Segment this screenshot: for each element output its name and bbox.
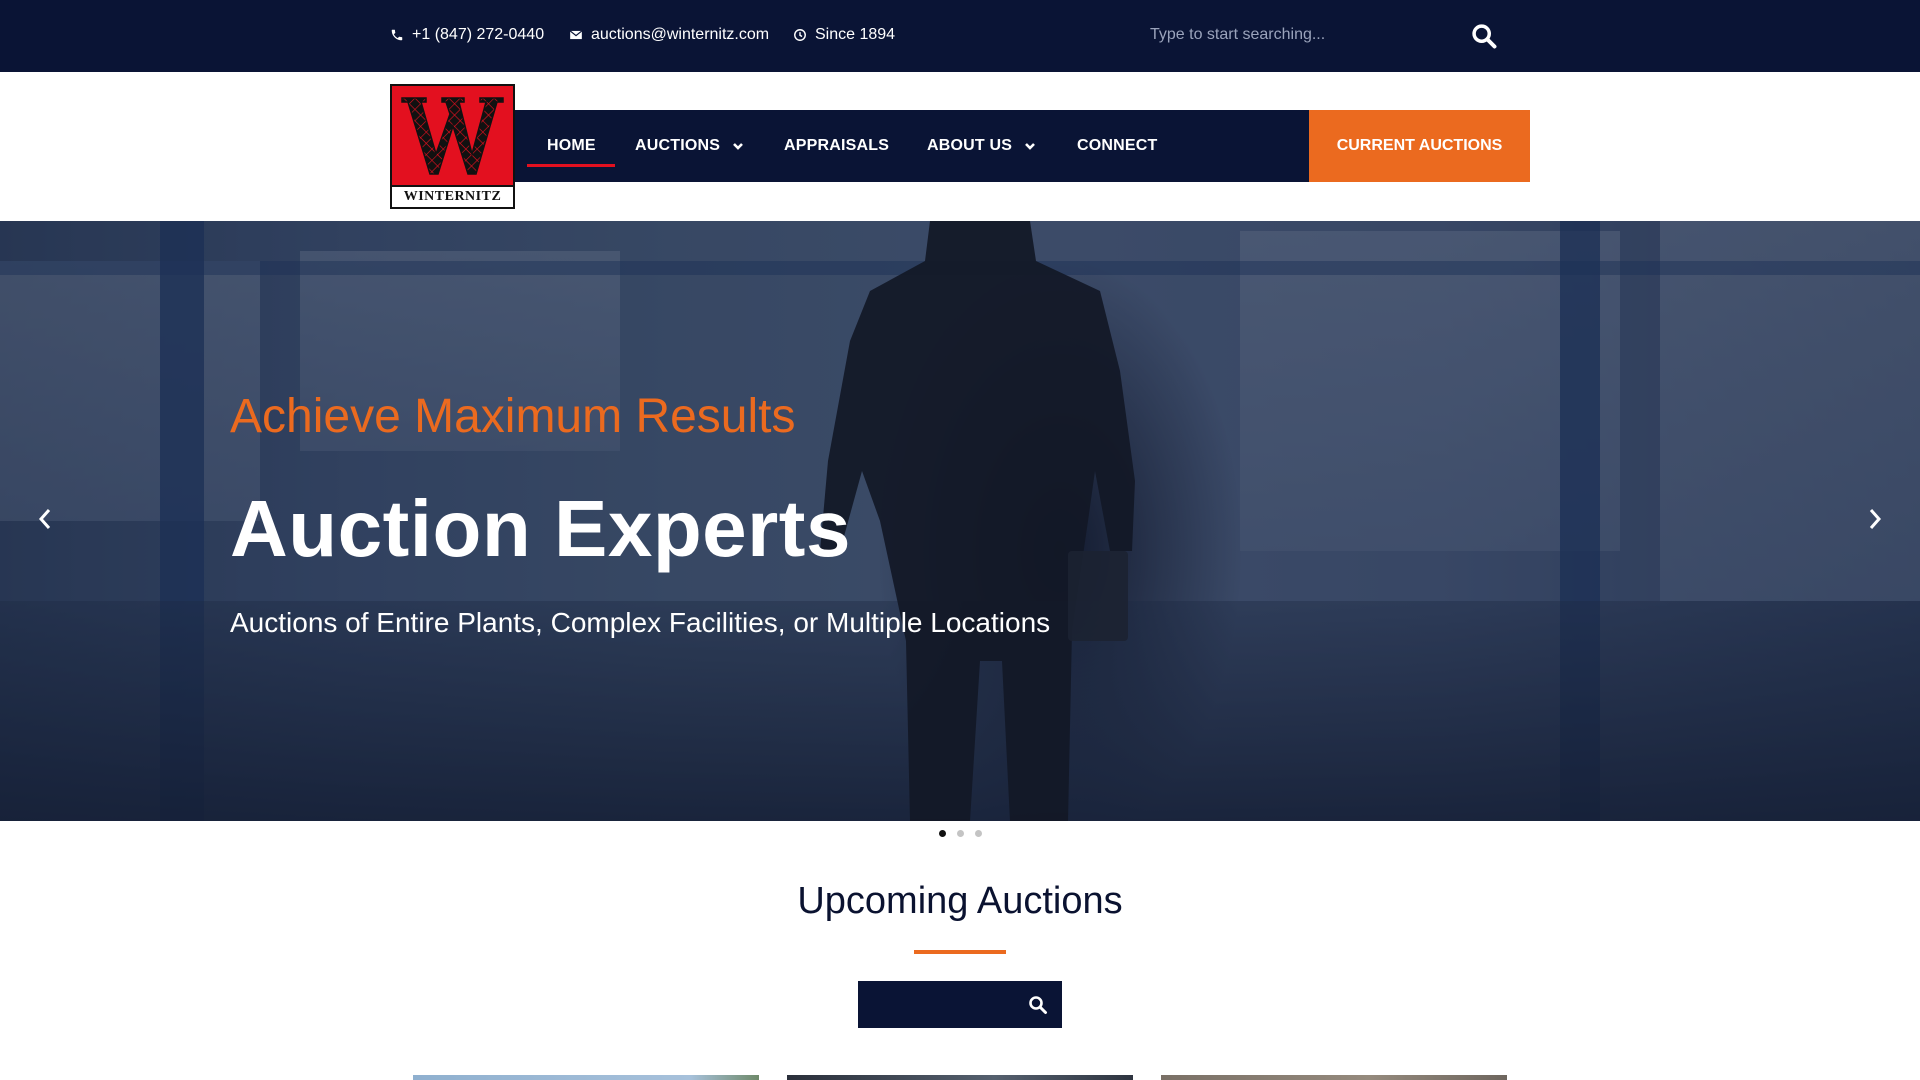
nav-home[interactable]: HOME xyxy=(547,110,596,182)
chevron-right-icon xyxy=(1869,509,1882,529)
phone-icon xyxy=(391,29,403,41)
search-button[interactable] xyxy=(1470,22,1498,50)
clock-icon xyxy=(794,29,806,41)
auction-search-input[interactable] xyxy=(858,981,1018,1028)
slider-prev-button[interactable] xyxy=(30,499,60,539)
nav-appraisals-label: APPRAISALS xyxy=(784,137,890,154)
heading-divider xyxy=(914,950,1006,954)
top-email[interactable]: auctions@winternitz.com xyxy=(569,24,769,46)
auction-card-2[interactable] xyxy=(787,1075,1133,1080)
slider-dot-1[interactable] xyxy=(939,830,946,837)
hero-kicker: Achieve Maximum Results xyxy=(230,390,796,443)
nav-auctions-label: AUCTIONS xyxy=(635,137,721,154)
auction-search-button[interactable] xyxy=(1026,993,1050,1017)
hero-worker-silhouette xyxy=(820,221,1135,821)
email-address: auctions@winternitz.com xyxy=(591,26,770,43)
nav-about-us[interactable]: ABOUT US xyxy=(927,110,1036,182)
current-auctions-button[interactable]: CURRENT AUCTIONS xyxy=(1309,110,1530,182)
winternitz-logo[interactable]: WINTERNITZ xyxy=(390,84,515,209)
since-text: Since 1894 xyxy=(815,26,896,43)
search-input[interactable] xyxy=(1150,18,1450,52)
hero-title: Auction Experts xyxy=(230,484,851,573)
slider-dot-2[interactable] xyxy=(957,830,964,837)
nav-auctions[interactable]: AUCTIONS xyxy=(635,110,744,182)
phone-number: +1 (847) 272-0440 xyxy=(412,26,545,43)
nav-active-indicator xyxy=(527,164,615,167)
nav-connect[interactable]: CONNECT xyxy=(1077,110,1158,182)
main-nav: HOME AUCTIONS APPRAISALS ABOUT US CONNEC… xyxy=(515,110,1309,182)
auction-card-3[interactable] xyxy=(1161,1075,1507,1080)
top-bar: +1 (847) 272-0440 auctions@winternitz.co… xyxy=(0,0,1920,72)
hero-subtitle: Auctions of Entire Plants, Complex Facil… xyxy=(230,607,1051,638)
logo-w-mark xyxy=(401,97,504,175)
auction-card-1[interactable] xyxy=(413,1075,759,1080)
slider-next-button[interactable] xyxy=(1860,499,1890,539)
search-icon xyxy=(1472,24,1497,49)
slider-dot-3[interactable] xyxy=(975,830,982,837)
nav-connect-label: CONNECT xyxy=(1077,137,1158,154)
chevron-left-icon xyxy=(38,509,51,529)
hero-slider: Achieve Maximum Results Auction Experts … xyxy=(0,221,1920,821)
nav-home-label: HOME xyxy=(547,137,596,154)
envelope-icon xyxy=(569,30,583,40)
chevron-down-icon xyxy=(1025,143,1036,150)
nav-about-label: ABOUT US xyxy=(927,137,1013,154)
top-since: Since 1894 xyxy=(793,24,895,46)
upcoming-auctions-heading: Upcoming Auctions xyxy=(797,880,1123,922)
chevron-down-icon xyxy=(733,143,744,150)
auction-search xyxy=(858,981,1062,1028)
search-icon xyxy=(1029,996,1047,1014)
logo-wordmark: WINTERNITZ xyxy=(392,185,513,207)
nav-appraisals[interactable]: APPRAISALS xyxy=(784,110,889,182)
top-search xyxy=(1150,18,1510,52)
top-phone[interactable]: +1 (847) 272-0440 xyxy=(390,24,544,46)
